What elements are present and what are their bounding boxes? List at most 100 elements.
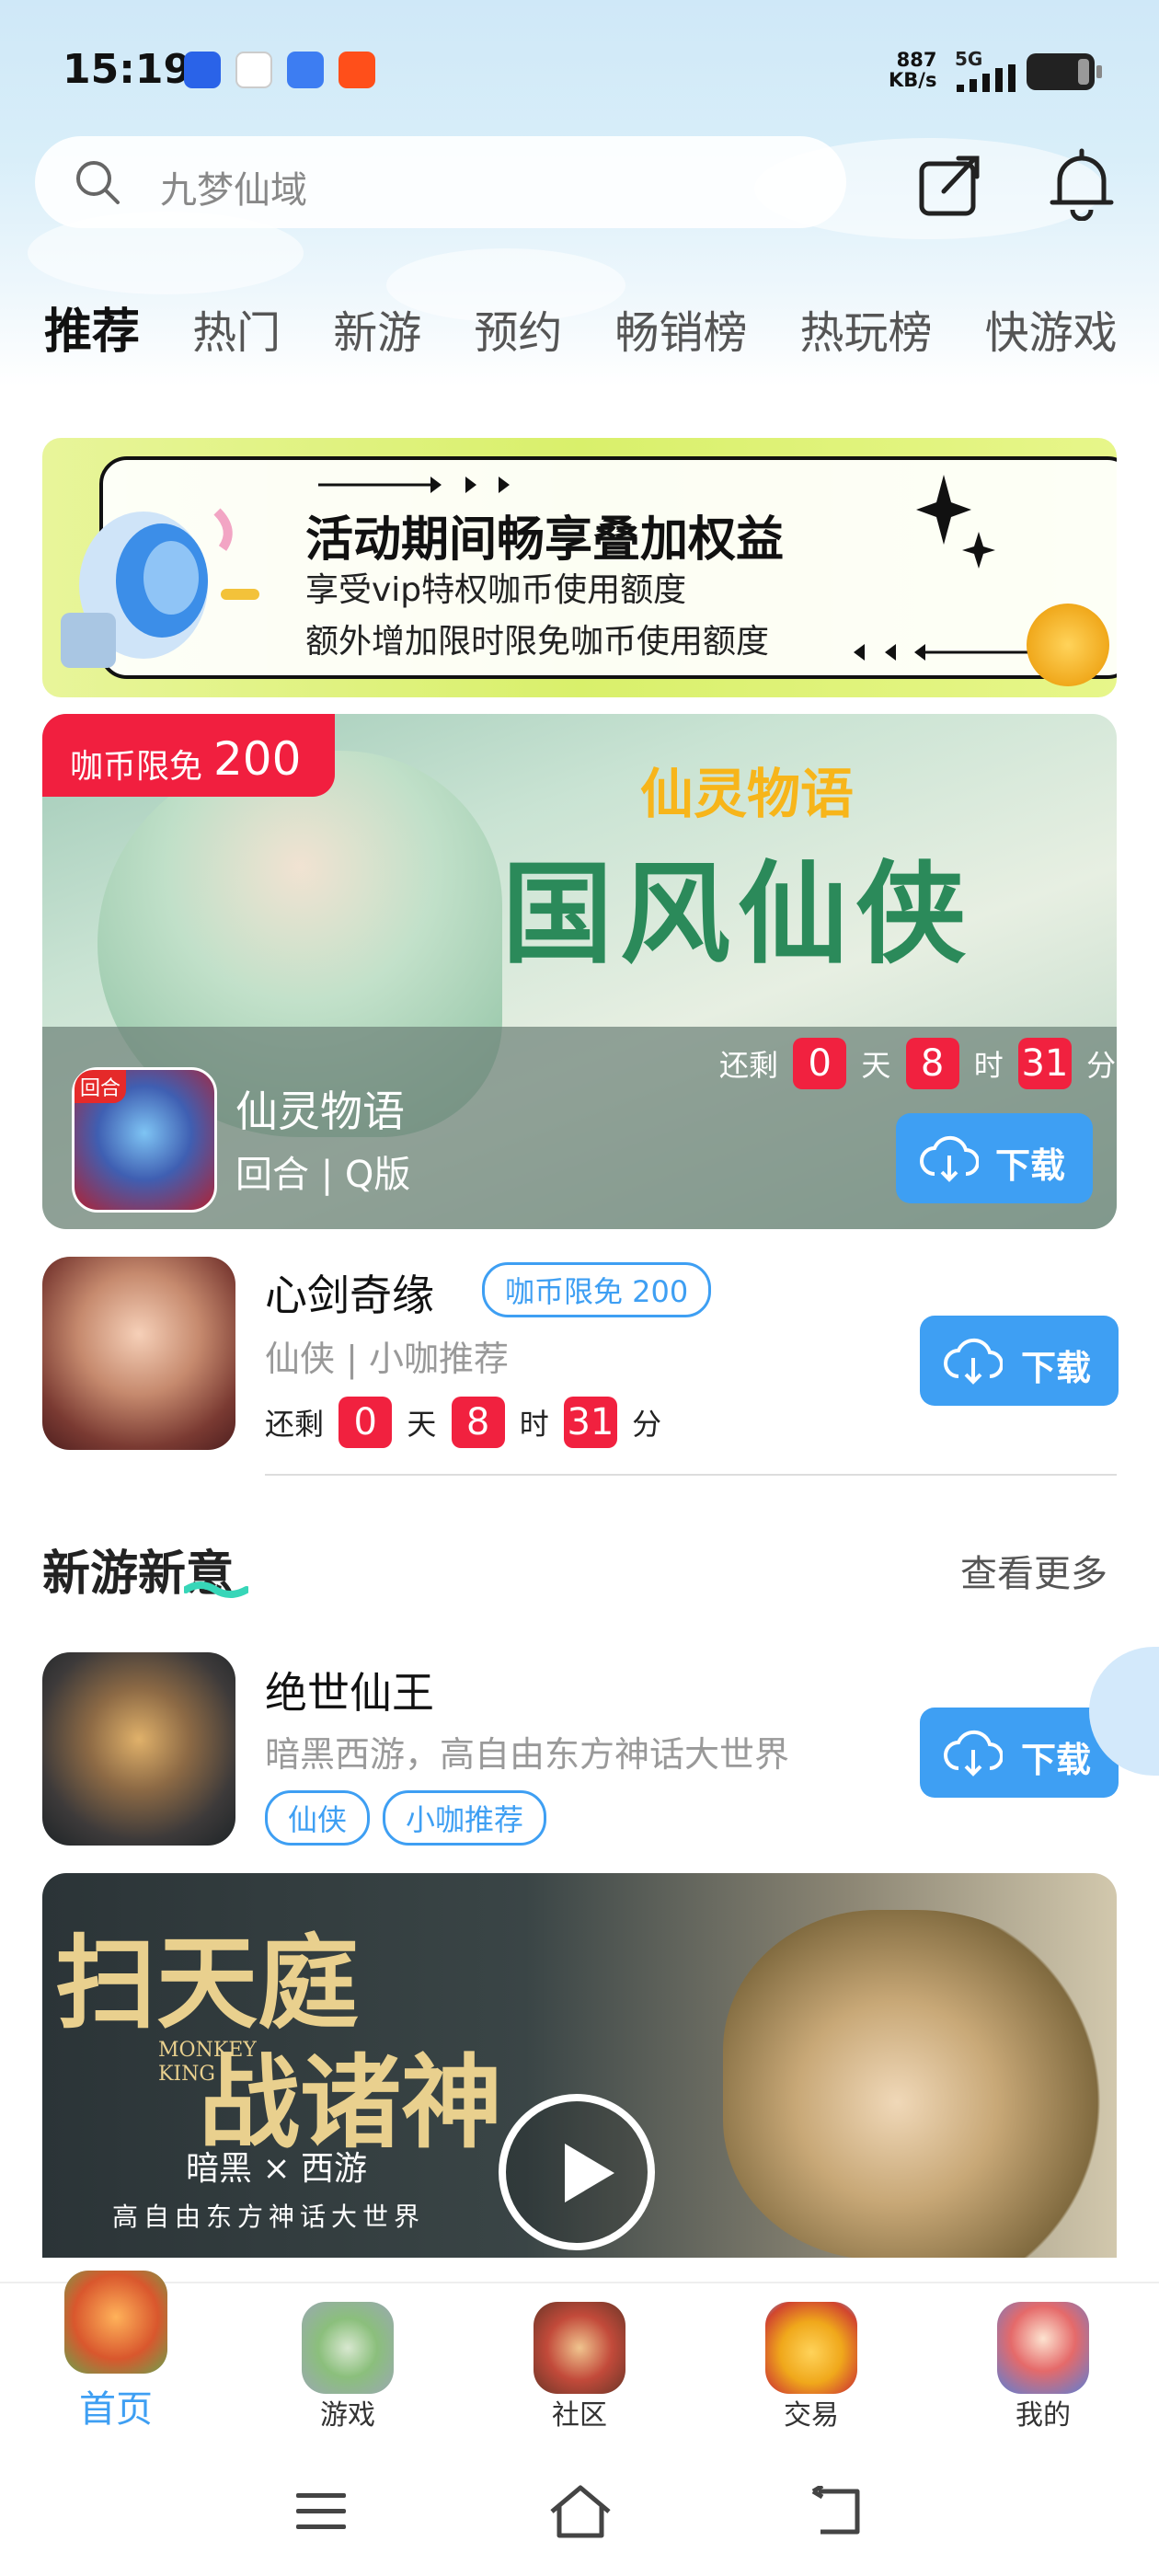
du-icon: [235, 52, 272, 88]
tab-recommend[interactable]: 推荐: [44, 293, 140, 362]
cloud-download-icon: [944, 1730, 1003, 1777]
game-desc: 仙侠 | 小咖推荐: [265, 1339, 509, 1379]
search-placeholder: 九梦仙域: [160, 169, 307, 212]
countdown-hours: 8: [451, 1397, 505, 1448]
free-coin-badge-value: 200: [213, 732, 302, 786]
tab-new[interactable]: 新游: [333, 296, 421, 361]
share-icon[interactable]: [916, 151, 984, 219]
nav-community-label: 社区: [552, 2399, 607, 2432]
video-art-figure: [723, 1910, 1109, 2258]
view-more-link[interactable]: 查看更多: [960, 1544, 1107, 1597]
section-title-underline: [184, 1581, 248, 1598]
countdown: 还剩 0 天 8 时 31 分: [265, 1397, 661, 1448]
category-tabs: 推荐 热门 新游 预约 畅销榜 热玩榜 快游戏: [44, 293, 1159, 360]
countdown-days: 0: [339, 1397, 393, 1448]
search-bar[interactable]: 九梦仙域: [35, 136, 846, 228]
free-coin-badge: 咖币限免 200: [482, 1262, 712, 1317]
coin-icon: [1027, 604, 1109, 686]
home-gate-icon: [64, 2271, 167, 2374]
bottom-nav: 首页 游戏 社区 交易 我的: [0, 2271, 1159, 2458]
back-icon[interactable]: [809, 2486, 865, 2537]
game-genre: 回合 | Q版: [235, 1154, 411, 1196]
download-button[interactable]: 下载: [896, 1113, 1093, 1203]
bell-icon[interactable]: [1047, 147, 1117, 221]
countdown-minutes-unit: 分: [632, 1407, 662, 1442]
game-tag[interactable]: 小咖推荐: [383, 1790, 547, 1846]
video-banner[interactable]: 扫天庭 MONKEY KING 战诸神 暗黑 × 西游 高自由东方神话大世界: [42, 1873, 1117, 2258]
game-desc: 暗黑西游，高自由东方神话大世界: [265, 1734, 790, 1775]
signal-icon: [957, 64, 1016, 92]
tab-hot-play[interactable]: 热玩榜: [800, 296, 933, 361]
banner-title: 活动期间畅享叠加权益: [305, 512, 785, 568]
system-nav-bar: [0, 2456, 1159, 2576]
game-icon[interactable]: 回合: [72, 1067, 217, 1213]
promo-banner[interactable]: 活动期间畅享叠加权益 享受vip特权咖币使用额度 额外增加限时限免咖币使用额度: [42, 438, 1117, 697]
game-name[interactable]: 绝世仙王: [265, 1660, 434, 1720]
sparkle-icon: [916, 475, 995, 569]
download-label: 下载: [1020, 1348, 1091, 1388]
countdown-minutes-unit: 分: [1086, 1048, 1117, 1083]
arrow-decoration-bottom: [854, 644, 1036, 661]
download-button[interactable]: 下载: [920, 1708, 1119, 1798]
game-name: 仙灵物语: [235, 1087, 405, 1136]
tab-bestseller[interactable]: 畅销榜: [614, 296, 747, 361]
home-icon[interactable]: [548, 2484, 613, 2539]
avatar-character-icon: [997, 2302, 1089, 2394]
arrow-decoration-top: [318, 477, 510, 493]
menu-icon[interactable]: [294, 2490, 348, 2534]
free-coin-badge-label: 咖币限免: [70, 748, 203, 786]
feature-art-logo: 仙灵物语: [640, 763, 855, 825]
banner-line-2: 额外增加限时限免咖币使用额度: [305, 623, 770, 661]
video-subtitle-2: 高自由东方神话大世界: [112, 2202, 426, 2232]
nav-trade[interactable]: 交易: [719, 2283, 903, 2458]
video-subtitle-1: 暗黑 × 西游: [186, 2150, 368, 2188]
countdown-prefix: 还剩: [719, 1048, 779, 1083]
floating-island-icon: [302, 2302, 394, 2394]
status-time: 15:19: [63, 46, 192, 93]
divider: [265, 1474, 1117, 1476]
cloud-download-icon: [944, 1338, 1003, 1385]
game-icon[interactable]: [42, 1652, 235, 1846]
countdown: 还剩 0 天 8 时 31 分: [719, 1038, 1116, 1089]
countdown-days: 0: [793, 1038, 847, 1089]
tab-quick-game[interactable]: 快游戏: [985, 296, 1118, 361]
nav-games-label: 游戏: [320, 2399, 375, 2432]
download-button[interactable]: 下载: [920, 1316, 1119, 1406]
countdown-minutes: 31: [563, 1397, 617, 1448]
money-bag-icon: [765, 2302, 857, 2394]
countdown-minutes: 31: [1017, 1038, 1072, 1089]
countdown-days-unit: 天: [407, 1407, 437, 1442]
search-icon: [76, 161, 120, 204]
nav-home[interactable]: 首页: [24, 2271, 208, 2458]
banner-line-1: 享受vip特权咖币使用额度: [305, 571, 687, 609]
game-icon[interactable]: [42, 1257, 235, 1450]
feature-art-title: 国风仙侠: [502, 849, 973, 979]
megaphone-icon: [61, 508, 259, 668]
nav-community[interactable]: 社区: [488, 2283, 671, 2458]
countdown-prefix: 还剩: [265, 1407, 325, 1442]
game-tag[interactable]: 仙侠: [265, 1790, 371, 1846]
browser-icon: [287, 52, 324, 88]
countdown-hours-unit: 时: [973, 1048, 1004, 1083]
tab-reserve[interactable]: 预约: [474, 296, 562, 361]
nav-home-label: 首页: [79, 2388, 153, 2431]
taobao-icon: [339, 52, 375, 88]
nav-trade-label: 交易: [784, 2399, 839, 2432]
nav-profile[interactable]: 我的: [951, 2283, 1135, 2458]
play-icon[interactable]: [499, 2094, 655, 2250]
baidu-icon: [184, 52, 221, 88]
nav-games[interactable]: 游戏: [256, 2283, 440, 2458]
game-name[interactable]: 心剑奇缘: [265, 1262, 434, 1323]
feature-info-bar: 回合 仙灵物语 回合 | Q版 还剩 0 天 8 时 31 分 下载: [42, 1027, 1117, 1229]
countdown-hours: 8: [905, 1038, 959, 1089]
game-icon-tag: 回合: [75, 1070, 127, 1103]
featured-game-card[interactable]: 仙灵物语 国风仙侠 咖币限免 200 回合 仙灵物语 回合 | Q版 还剩 0 …: [42, 714, 1117, 1229]
countdown-hours-unit: 时: [519, 1407, 549, 1442]
nav-profile-label: 我的: [1016, 2399, 1071, 2432]
free-coin-badge: 咖币限免 200: [42, 714, 335, 797]
cloud-download-icon: [920, 1135, 979, 1182]
download-label: 下载: [1020, 1740, 1091, 1780]
battery-icon: [1027, 53, 1102, 90]
tab-hot[interactable]: 热门: [192, 296, 281, 361]
network-speed: 887 KB/s: [889, 49, 937, 91]
